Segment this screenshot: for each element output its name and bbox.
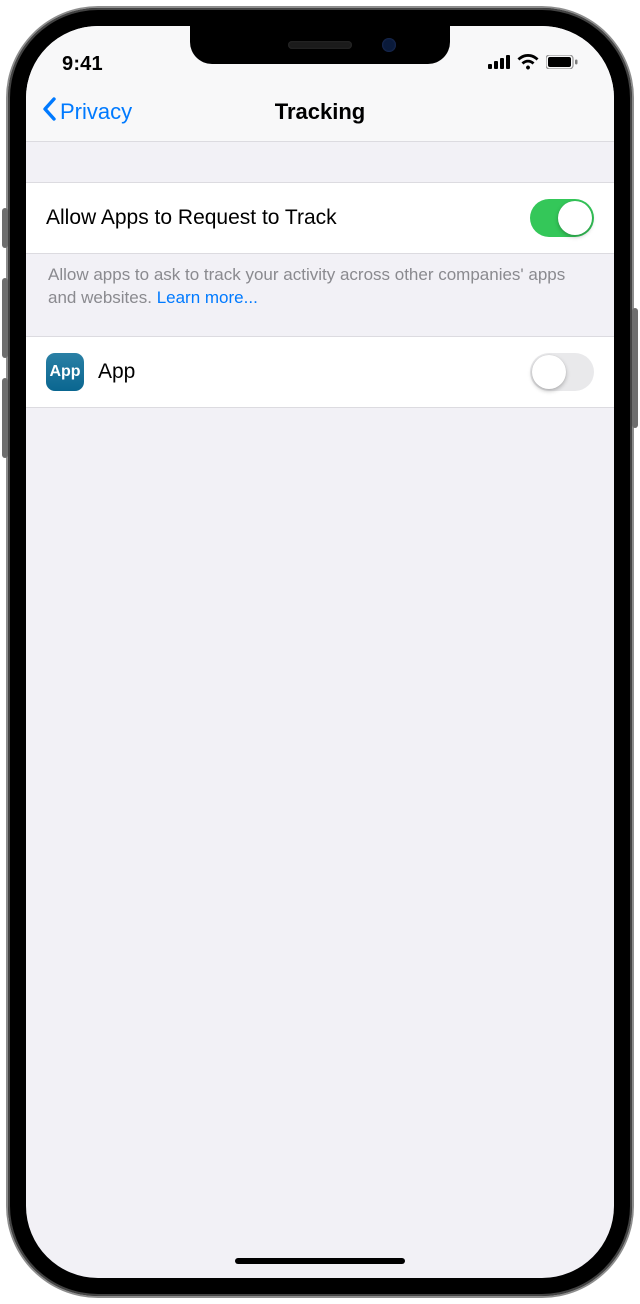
toggle-knob [558, 201, 592, 235]
mute-switch[interactable] [2, 208, 8, 248]
status-indicators [488, 54, 578, 75]
learn-more-link[interactable]: Learn more... [157, 288, 258, 307]
speaker-grille [288, 41, 352, 49]
allow-apps-footer-text: Allow apps to ask to track your activity… [26, 254, 614, 336]
cellular-signal-icon [488, 55, 510, 74]
footer-description: Allow apps to ask to track your activity… [48, 265, 565, 307]
app-tracking-toggle[interactable] [530, 353, 594, 391]
app-name-label: App [98, 360, 530, 384]
allow-apps-request-track-toggle[interactable] [530, 199, 594, 237]
wifi-icon [517, 54, 539, 75]
allow-apps-request-track-label: Allow Apps to Request to Track [46, 206, 530, 230]
settings-content: Allow Apps to Request to Track Allow app… [26, 142, 614, 408]
front-camera [382, 38, 396, 52]
back-button[interactable]: Privacy [26, 97, 132, 127]
home-indicator[interactable] [235, 1258, 405, 1264]
allow-apps-request-track-row: Allow Apps to Request to Track [26, 182, 614, 254]
notch [190, 26, 450, 64]
volume-down-button[interactable] [2, 378, 8, 458]
app-tracking-row: App App [26, 336, 614, 408]
volume-up-button[interactable] [2, 278, 8, 358]
chevron-left-icon [42, 97, 56, 127]
page-title: Tracking [275, 99, 365, 125]
toggle-knob [532, 355, 566, 389]
navigation-bar: Privacy Tracking [26, 82, 614, 142]
screen: 9:41 [26, 26, 614, 1278]
battery-icon [546, 55, 578, 74]
back-button-label: Privacy [60, 99, 132, 125]
status-time: 9:41 [62, 53, 103, 76]
power-button[interactable] [632, 308, 638, 428]
phone-device-frame: 9:41 [8, 8, 632, 1296]
app-icon: App [46, 353, 84, 391]
